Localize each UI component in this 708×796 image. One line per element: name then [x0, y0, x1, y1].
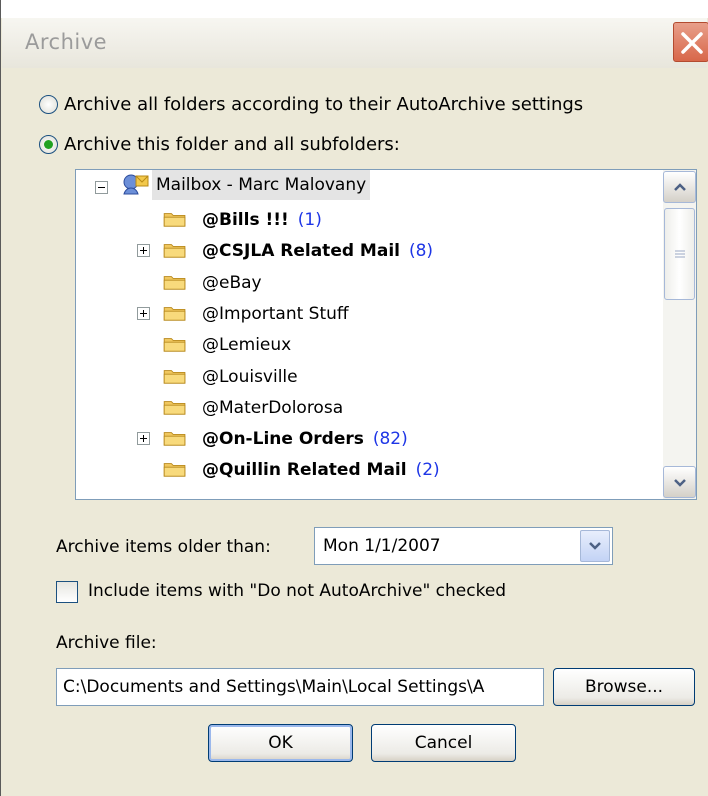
tree-folder-row[interactable]: @Important Stuff: [202, 299, 349, 329]
folder-tree[interactable]: Mailbox - Marc Malovany @Bills !!! (1) @CS…: [75, 169, 697, 500]
archive-date-select[interactable]: Mon 1/1/2007: [314, 527, 613, 565]
folder-icon: [163, 463, 186, 478]
folder-icon: [163, 369, 186, 384]
folder-name: @MaterDolorosa: [202, 397, 344, 418]
tree-folder-row[interactable]: @Louisville: [202, 362, 298, 392]
cancel-button[interactable]: Cancel: [371, 724, 516, 762]
radio-selected-dot: [44, 139, 53, 149]
scroll-thumb[interactable]: [664, 208, 695, 300]
tree-root-row[interactable]: Mailbox - Marc Malovany: [152, 170, 371, 200]
mailbox-icon: [123, 174, 149, 195]
folder-icon: [163, 432, 186, 446]
tree-folder-row[interactable]: @Lemieux: [202, 330, 291, 360]
folder-name: @eBay: [202, 272, 262, 293]
radio-archive-this-label: Archive this folder and all subfolders:: [64, 133, 400, 155]
radio-button-selected[interactable]: [39, 134, 58, 154]
title-bar[interactable]: [2, 18, 707, 68]
radio-archive-all-label: Archive all folders according to their A…: [64, 93, 584, 115]
chevron-down-icon: [674, 479, 686, 487]
expand-icon[interactable]: [137, 306, 150, 320]
include-no-autoarchive-label: Include items with "Do not AutoArchive" …: [88, 581, 507, 601]
archive-file-input[interactable]: C:\Documents and Settings\Main\Local Set…: [56, 668, 544, 706]
grip-icon: [675, 250, 685, 258]
ok-button[interactable]: OK: [208, 724, 353, 762]
folder-name: @Quillin Related Mail: [202, 460, 407, 481]
vertical-scrollbar[interactable]: [663, 170, 696, 499]
folder-icon: [163, 338, 186, 352]
tree-folder-row[interactable]: @Bills !!! (1): [202, 205, 322, 235]
expand-icon[interactable]: [137, 432, 150, 446]
chevron-up-icon: [674, 183, 686, 191]
archive-file-label: Archive file:: [56, 633, 157, 653]
folder-name: @Lemieux: [202, 335, 292, 356]
include-no-autoarchive-checkbox[interactable]: [56, 581, 78, 603]
archive-dialog: Archive Archive all folders according to…: [0, 0, 708, 796]
folder-name: @Important Stuff: [202, 303, 349, 324]
folder-name: @CSJLA Related Mail: [202, 241, 400, 262]
tree-folder-row[interactable]: @eBay: [202, 268, 262, 298]
expand-icon[interactable]: [137, 244, 150, 258]
archive-file-value: C:\Documents and Settings\Main\Local Set…: [63, 677, 485, 697]
folder-icon: [163, 307, 186, 321]
unread-count: (82): [372, 429, 408, 450]
folder-icon: [163, 244, 186, 258]
tree-root-label: Mailbox - Marc Malovany: [156, 175, 367, 195]
scroll-down-button[interactable]: [663, 466, 696, 498]
archive-older-label: Archive items older than:: [56, 537, 271, 557]
radio-button[interactable]: [39, 94, 58, 114]
radio-archive-this[interactable]: Archive this folder and all subfolders:: [39, 132, 400, 156]
unread-count: (1): [297, 210, 322, 230]
window-title: Archive: [25, 30, 108, 54]
folder-name: @On-Line Orders: [202, 429, 364, 450]
unread-count: (2): [415, 460, 440, 481]
scroll-up-button[interactable]: [663, 171, 696, 203]
folder-icon: [163, 400, 186, 415]
folder-icon: [163, 275, 186, 290]
tree-folder-row[interactable]: @Quillin Related Mail (2): [202, 455, 440, 485]
collapse-icon[interactable]: [95, 181, 108, 194]
ok-button-label: OK: [268, 733, 293, 753]
archive-date-value: Mon 1/1/2007: [323, 536, 441, 556]
chevron-down-icon: [589, 542, 601, 550]
folder-name: @Louisville: [202, 366, 298, 387]
window-top-edge: [1, 0, 708, 18]
close-icon: [681, 32, 703, 54]
tree-folder-row[interactable]: @CSJLA Related Mail (8): [202, 236, 433, 266]
close-button[interactable]: [673, 22, 708, 62]
folder-name: @Bills !!!: [202, 210, 289, 230]
cancel-button-label: Cancel: [414, 733, 473, 753]
browse-button-label: Browse...: [584, 677, 664, 697]
tree-folder-row[interactable]: @MaterDolorosa: [202, 393, 343, 423]
unread-count: (8): [408, 241, 434, 262]
tree-folder-row[interactable]: @On-Line Orders (82): [202, 424, 408, 454]
radio-archive-all[interactable]: Archive all folders according to their A…: [39, 92, 583, 116]
browse-button[interactable]: Browse...: [553, 668, 695, 706]
date-dropdown-button[interactable]: [580, 530, 610, 562]
folder-icon: [163, 213, 186, 227]
